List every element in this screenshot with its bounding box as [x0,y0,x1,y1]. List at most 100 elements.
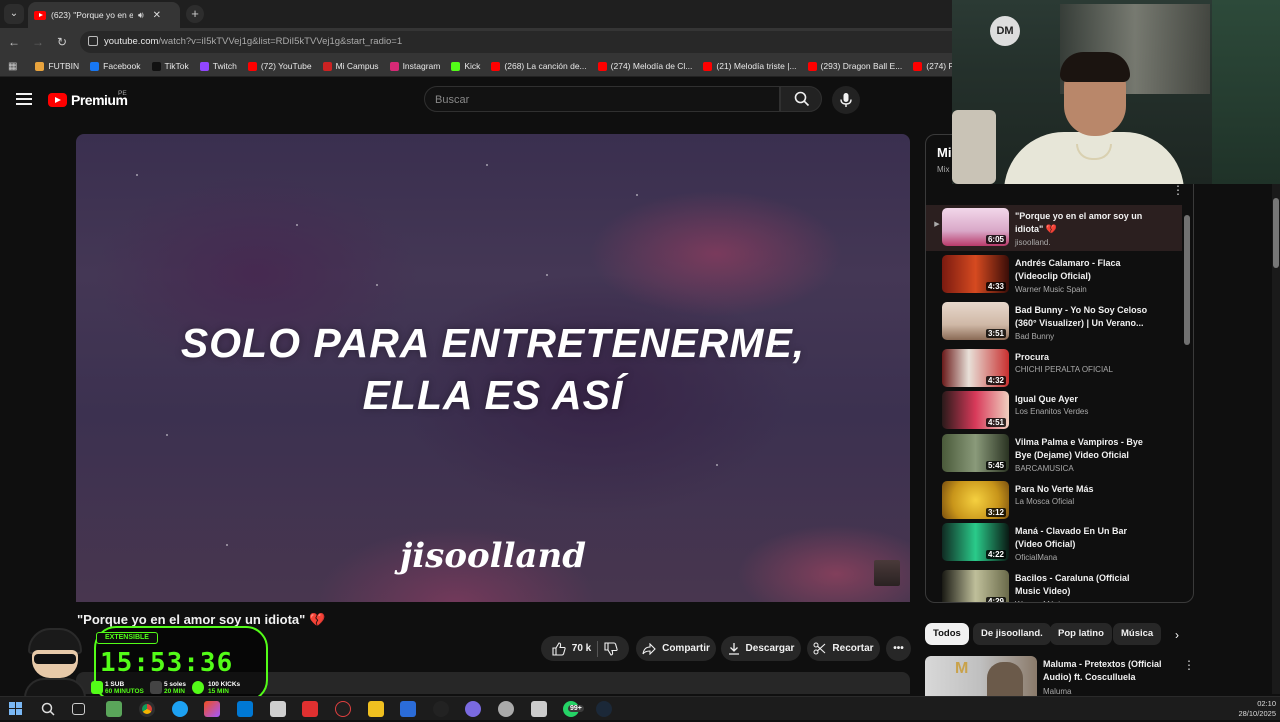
recommendation-title[interactable]: Maluma - Pretextos (Official Audio) ft. … [1043,658,1173,684]
playlist-item-thumbnail[interactable]: 3:12 [942,481,1009,519]
speaker-icon[interactable]: 🔊︎ [138,10,144,21]
bookmark-item[interactable]: TikTok [151,61,189,71]
bookmark-item[interactable]: (274) Melodía de Cl... [597,61,692,71]
steam-icon[interactable] [596,701,612,717]
voice-search-button[interactable] [832,86,860,114]
task-view-icon[interactable] [72,703,85,715]
playlist-item-thumbnail[interactable]: 4:33 [942,255,1009,293]
recommendation-more-icon[interactable]: ⋮ [1183,658,1195,672]
download-button[interactable]: Descargar [721,636,801,661]
widgets-icon[interactable] [106,701,122,717]
thumbs-down-icon[interactable] [604,641,618,656]
video-player[interactable]: SOLO PARA ENTRETENERME, ELLA ES ASÍ jiso… [76,134,910,602]
close-tab-icon[interactable]: ✕ [153,10,161,21]
share-button[interactable]: Compartir [636,636,716,661]
back-arrow-icon[interactable]: ← [5,33,23,51]
playlist-item-thumbnail[interactable]: 4:22 [942,523,1009,561]
playlist-item-thumbnail[interactable]: 4:29 [942,570,1009,602]
playlist-item[interactable]: 5:45 Vilma Palma e Vampiros - Bye Bye (De… [926,431,1182,477]
playlist-item[interactable]: 4:51 Igual Que Ayer Los Enanitos Verdes [926,388,1182,434]
recommendation-thumbnail[interactable]: M [925,656,1037,696]
browser-tab-active[interactable]: (623) "Porque yo en el amor soy un idiot… [28,2,180,28]
playlist-item[interactable]: 4:33 Andrés Calamaro - Flaca (Videoclip O… [926,252,1182,298]
app-icon[interactable] [270,701,286,717]
figma-icon[interactable] [204,701,220,717]
forward-arrow-icon[interactable]: → [29,33,47,51]
bookmark-item[interactable]: (72) YouTube [247,61,312,71]
playlist-item-thumbnail[interactable]: 4:32 [942,349,1009,387]
playlist-item-title[interactable]: Para No Verte Más [1015,483,1155,496]
bookmark-item[interactable]: Instagram [389,61,440,71]
tab-search-button[interactable]: ⌄ [4,4,24,24]
bookmark-item[interactable]: (274) PASSO [913,61,952,71]
recommendation-channel[interactable]: Maluma [1043,687,1071,696]
calculator-icon[interactable] [531,701,547,717]
playlist-item-channel[interactable]: Bad Bunny [1015,332,1054,341]
media-app-icon[interactable] [302,701,318,717]
bookmark-item[interactable]: (21) Melodía triste |... [703,61,797,71]
bookmark-item[interactable]: Mi Campus [322,61,379,71]
url-text[interactable]: youtube.com/watch?v=iI5kTVVej1g&list=RDi… [104,36,402,47]
chrome-icon[interactable] [139,701,155,717]
address-bar[interactable]: youtube.com/watch?v=iI5kTVVej1g&list=RDi… [80,31,952,53]
clock-date[interactable]: 28/10/2025 [1232,708,1276,719]
playlist-scrollbar[interactable] [1184,205,1190,600]
playlist-item-title[interactable]: Andrés Calamaro - Flaca (Videoclip Ofici… [1015,257,1155,283]
filter-chip[interactable]: Música [1113,623,1161,645]
outlook-icon[interactable] [237,701,253,717]
playlist-item-channel[interactable]: CHICHI PERALTA OFICIAL [1015,365,1113,374]
playlist-item[interactable]: 4:29 Bacilos - Caraluna (Official Music V… [926,567,1182,602]
chevron-right-icon[interactable]: › [1168,626,1186,644]
playlist-item-title[interactable]: Procura [1015,351,1155,364]
page-scrollbar-thumb[interactable] [1273,198,1279,268]
page-scrollbar[interactable] [1272,184,1280,694]
playlist-title[interactable]: Mi [937,145,951,160]
playlist-item[interactable]: 4:22 Maná - Clavado En Un Bar (Video Ofic… [926,520,1182,566]
music-app-icon[interactable] [335,701,351,717]
playlist-item-channel[interactable]: OficialMana [1015,553,1057,562]
playlist-more-icon[interactable]: ⋮ [1172,183,1184,197]
search-taskbar-icon[interactable] [40,701,56,717]
bookmark-item[interactable]: Facebook [90,61,141,71]
playlist-item-channel[interactable]: BARCAMUSICA [1015,464,1074,473]
word-icon[interactable] [400,701,416,717]
playlist-item-thumbnail[interactable]: 4:51 [942,391,1009,429]
bookmark-item[interactable]: Twitch [199,61,237,71]
filter-chip[interactable]: De jisoolland. [973,623,1051,645]
bookmark-item[interactable]: FUTBIN [35,61,79,71]
playlist-item[interactable]: ▶ 6:05 "Porque yo en el amor soy un idiota… [926,205,1182,251]
filter-chip[interactable]: Pop latino [1050,623,1112,645]
search-button[interactable] [780,86,822,112]
playlist-item-channel[interactable]: La Mosca Oficial [1015,497,1074,506]
new-tab-button[interactable]: + [186,5,204,23]
capcut-icon[interactable] [433,701,449,717]
like-count[interactable]: 70 k [572,643,591,654]
youtube-premium-logo[interactable]: Premium [48,92,128,108]
thumbs-up-icon[interactable] [552,641,566,656]
discord-icon[interactable] [465,701,481,717]
site-info-icon[interactable] [88,36,98,46]
bookmark-item[interactable]: (268) La canción de... [491,61,587,71]
clip-button[interactable]: Recortar [807,636,880,661]
playlist-scrollbar-thumb[interactable] [1184,215,1190,345]
channel-avatar[interactable] [874,560,900,586]
more-actions-icon[interactable]: ••• [886,636,911,661]
menu-hamburger-icon[interactable] [16,93,32,105]
playlist-item-title[interactable]: Bad Bunny - Yo No Soy Celoso (360° Visua… [1015,304,1155,330]
playlist-item-title[interactable]: Maná - Clavado En Un Bar (Video Oficial) [1015,525,1155,551]
app-icon-2[interactable] [498,701,514,717]
edge-icon[interactable] [172,701,188,717]
bookmark-item[interactable]: Kick [451,61,480,71]
playlist-item-channel[interactable]: Los Enanitos Verdes [1015,407,1088,416]
bookmark-item[interactable]: (293) Dragon Ball E... [807,61,902,71]
apps-grid-icon[interactable]: ▦ [8,61,17,72]
playlist-item-thumbnail[interactable]: 3:51 [942,302,1009,340]
reload-icon[interactable]: ↻ [53,33,71,51]
playlist-item-title[interactable]: Igual Que Ayer [1015,393,1155,406]
playlist-item[interactable]: 3:51 Bad Bunny - Yo No Soy Celoso (360° V… [926,299,1182,345]
playlist-item-title[interactable]: Bacilos - Caraluna (Official Music Video… [1015,572,1155,598]
playlist-item[interactable]: 3:12 Para No Verte Más La Mosca Oficial [926,478,1182,524]
playlist-item[interactable]: 4:32 Procura CHICHI PERALTA OFICIAL [926,346,1182,392]
playlist-item-channel[interactable]: jisoolland. [1015,238,1051,247]
file-explorer-icon[interactable] [368,701,384,717]
